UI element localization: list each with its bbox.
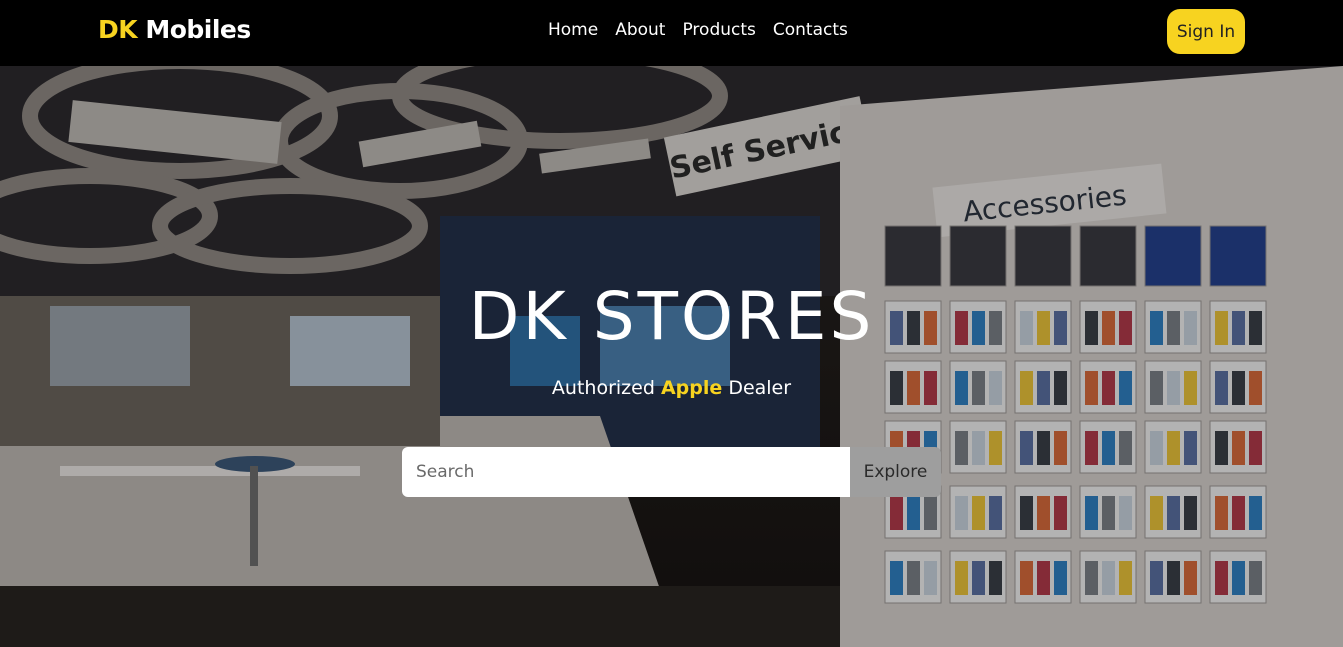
nav-link-home[interactable]: Home — [548, 18, 598, 42]
hero-dark-overlay — [0, 66, 1343, 647]
subtitle-prefix: Authorized — [551, 377, 655, 399]
hero-section: Self Service Accessories DK STORES Autho… — [0, 66, 1343, 647]
search-bar: Explore — [402, 447, 941, 497]
nav-links: Home About Products Contacts — [548, 18, 848, 42]
subtitle-suffix: Dealer — [728, 377, 792, 399]
hero-title: DK STORES — [468, 278, 875, 355]
nav-link-contacts[interactable]: Contacts — [773, 18, 848, 42]
explore-button[interactable]: Explore — [850, 447, 941, 497]
navbar: DK Mobiles Home About Products Contacts … — [0, 0, 1343, 66]
nav-link-products[interactable]: Products — [682, 18, 755, 42]
subtitle-brand: Apple — [660, 377, 723, 399]
sign-in-button[interactable]: Sign In — [1167, 9, 1245, 54]
hero-subtitle: Authorized Apple Dealer — [0, 375, 1343, 401]
site-logo[interactable]: DK Mobiles — [98, 14, 251, 46]
nav-link-about[interactable]: About — [615, 18, 665, 42]
search-input[interactable] — [402, 447, 850, 497]
logo-text: Mobiles — [145, 15, 251, 44]
logo-accent: DK — [98, 15, 138, 44]
